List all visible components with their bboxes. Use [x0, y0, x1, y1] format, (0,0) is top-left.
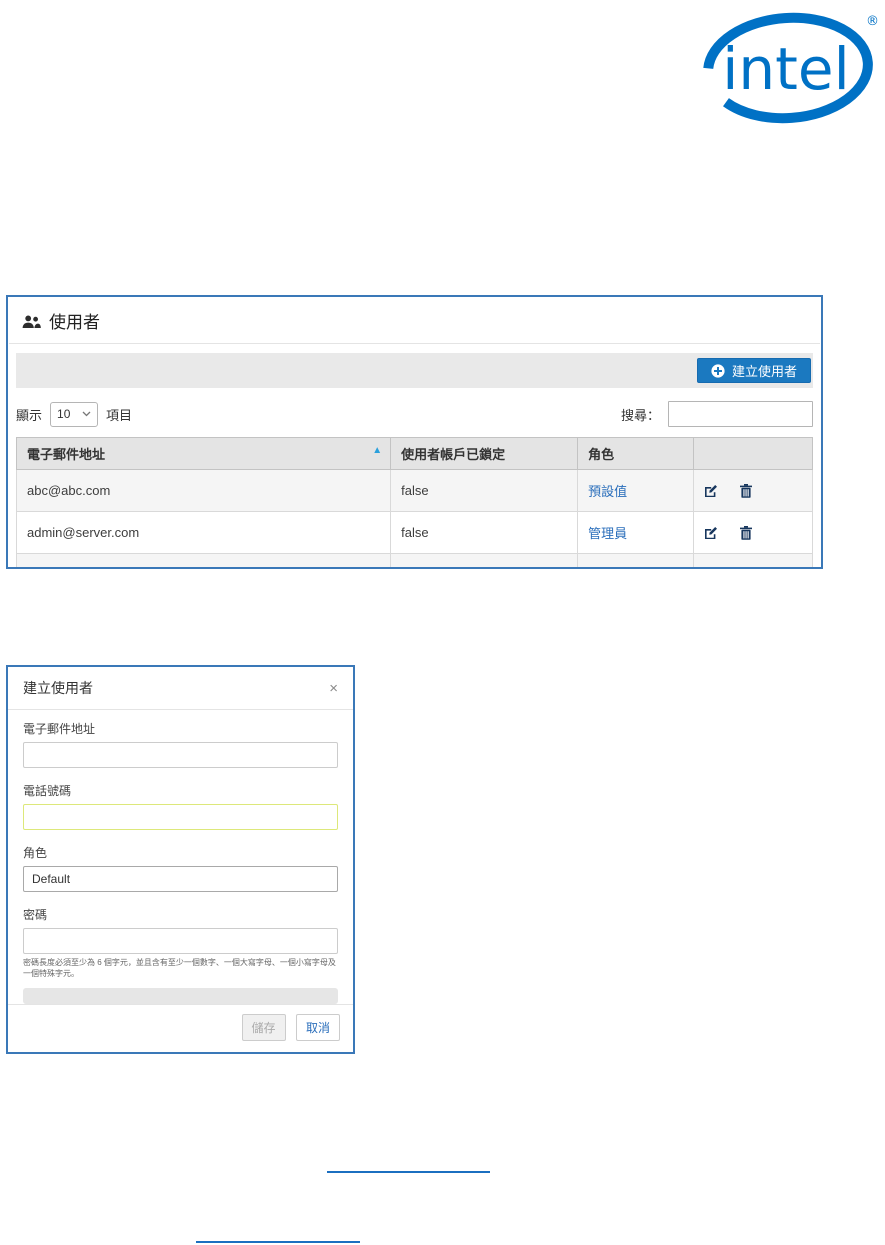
delete-icon[interactable]: [740, 568, 752, 570]
sort-asc-icon[interactable]: ▲: [372, 445, 382, 456]
phone-field[interactable]: [23, 804, 338, 830]
cell-email: admin@server.com: [17, 512, 391, 554]
plus-circle-icon: [711, 364, 725, 378]
create-user-button-label: 建立使用者: [732, 361, 797, 380]
users-panel: 使用者 建立使用者 顯示 10: [6, 295, 823, 569]
page-size-value: 10: [57, 407, 70, 421]
email-field-label: 電子郵件地址: [23, 720, 338, 737]
phone-field-label: 電話號碼: [23, 782, 338, 799]
column-header-email[interactable]: 電子郵件地址 ▲: [17, 438, 391, 470]
role-select[interactable]: Default: [23, 866, 338, 892]
role-link[interactable]: 預設值: [588, 568, 627, 569]
search-control: 搜尋：: [621, 401, 813, 427]
modal-header: 建立使用者 ×: [8, 667, 353, 710]
chevron-down-icon: [82, 411, 91, 417]
edit-icon[interactable]: [704, 484, 718, 498]
create-user-modal: 建立使用者 × 電子郵件地址 電話號碼 角色 Default 密碼 密碼長度必須…: [6, 665, 355, 1054]
delete-icon[interactable]: [740, 526, 752, 540]
intel-logo: intel ®: [703, 5, 879, 129]
role-link[interactable]: 預設值: [588, 484, 627, 499]
cancel-button[interactable]: 取消: [296, 1014, 340, 1041]
role-field-label: 角色: [23, 844, 338, 861]
registered-mark: ®: [866, 14, 879, 29]
hyperlink-underline[interactable]: [196, 1241, 360, 1243]
users-table: 電子郵件地址 ▲ 使用者帳戶已鎖定 角色 abc@abc.com: [16, 437, 813, 569]
password-hint: 密碼長度必須至少為 6 個字元，並且含有至少一個數字、一個大寫字母、一個小寫字母…: [23, 957, 338, 979]
entries-label: 項目: [106, 405, 132, 424]
show-label: 顯示: [16, 405, 42, 424]
users-icon: [22, 315, 41, 329]
users-toolbar: 建立使用者: [16, 353, 813, 388]
modal-footer: 儲存 取消: [8, 1004, 353, 1052]
cell-email: instructor1@gmail.com: [17, 554, 391, 570]
password-strength-bar: [23, 988, 338, 1004]
users-table-header-row: 電子郵件地址 ▲ 使用者帳戶已鎖定 角色: [17, 438, 813, 470]
table-row: admin@server.com false 管理員: [17, 512, 813, 554]
page-size-control: 顯示 10 項目: [16, 402, 132, 427]
role-link[interactable]: 管理員: [588, 526, 627, 541]
intel-logo-text: intel: [722, 35, 849, 103]
table-row: abc@abc.com false 預設值: [17, 470, 813, 512]
cell-locked: false: [391, 554, 578, 570]
cell-locked: false: [391, 470, 578, 512]
table-controls: 顯示 10 項目 搜尋：: [16, 401, 813, 427]
modal-title: 建立使用者: [23, 678, 93, 698]
search-label: 搜尋：: [621, 405, 660, 424]
table-row: instructor1@gmail.com false 預設值: [17, 554, 813, 570]
password-field[interactable]: [23, 928, 338, 954]
column-header-locked[interactable]: 使用者帳戶已鎖定: [391, 438, 578, 470]
page-size-select[interactable]: 10: [50, 402, 98, 427]
email-field[interactable]: [23, 742, 338, 768]
password-field-label: 密碼: [23, 906, 338, 923]
document-page: intel ® 使用者: [0, 0, 885, 1245]
close-icon[interactable]: ×: [329, 681, 338, 696]
cell-email: abc@abc.com: [17, 470, 391, 512]
hyperlink-underline[interactable]: [327, 1171, 490, 1173]
users-panel-title: 使用者: [49, 308, 100, 333]
modal-body: 電子郵件地址 電話號碼 角色 Default 密碼 密碼長度必須至少為 6 個字…: [8, 710, 353, 1054]
create-user-button[interactable]: 建立使用者: [697, 358, 811, 383]
edit-icon[interactable]: [704, 568, 718, 570]
delete-icon[interactable]: [740, 484, 752, 498]
column-header-role[interactable]: 角色: [578, 438, 693, 470]
panel-divider: [9, 343, 820, 344]
save-button: 儲存: [242, 1014, 286, 1041]
edit-icon[interactable]: [704, 526, 718, 540]
search-input[interactable]: [668, 401, 813, 427]
cell-locked: false: [391, 512, 578, 554]
users-panel-header: 使用者: [8, 297, 821, 343]
column-header-actions: [693, 438, 812, 470]
